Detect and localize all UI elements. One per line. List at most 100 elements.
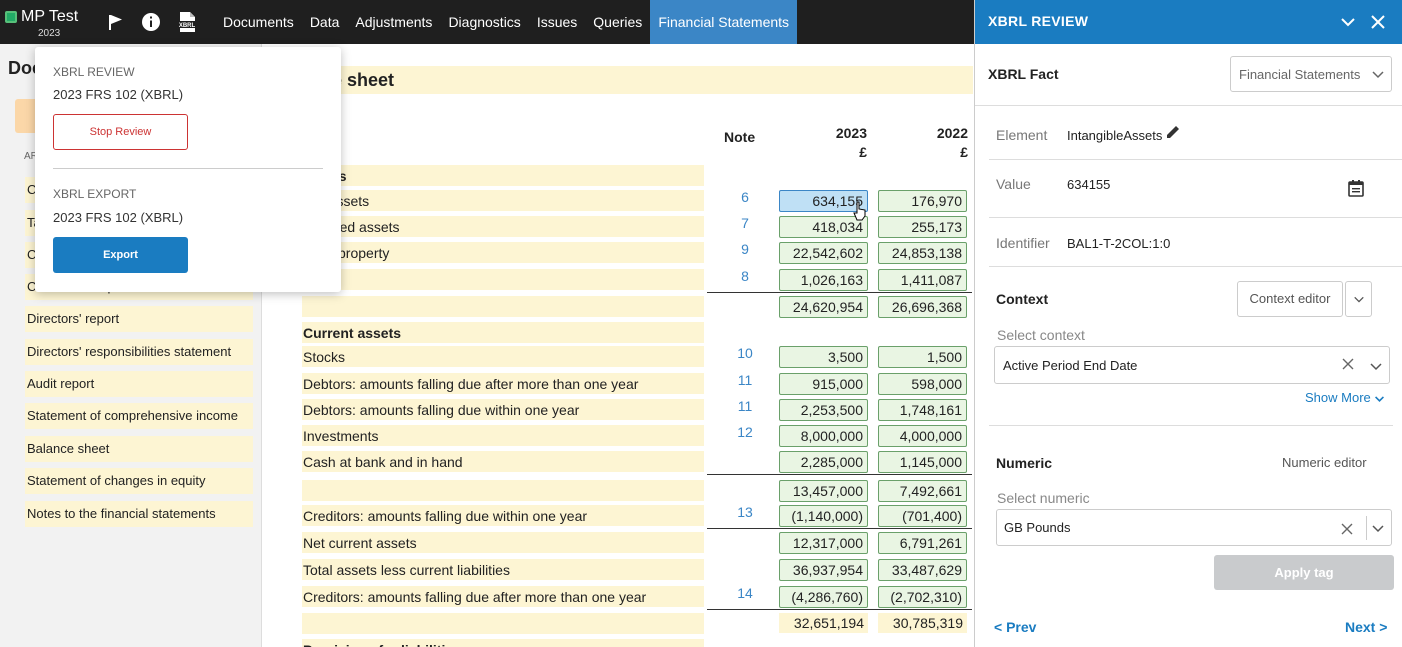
numeric-select[interactable]: GB Pounds <box>996 509 1392 546</box>
export-button[interactable]: Export <box>53 237 188 273</box>
sidebar-item-comprehensive-income[interactable]: Statement of comprehensive income <box>25 403 253 429</box>
app-brand[interactable]: MP Test 2023 <box>4 4 86 40</box>
value-cell-2022[interactable]: (701,400) <box>878 505 967 527</box>
calendar-icon[interactable] <box>1347 179 1365 197</box>
value-cell-2023[interactable]: 32,651,194 <box>779 613 868 633</box>
apply-tag-button[interactable]: Apply tag <box>1214 555 1394 590</box>
value-cell-2022[interactable]: 4,000,000 <box>878 425 967 447</box>
note-link[interactable]: 9 <box>735 241 755 257</box>
nav-financial-statements[interactable]: Financial Statements <box>650 0 798 44</box>
review-taxonomy: 2023 FRS 102 (XBRL) <box>53 87 184 102</box>
note-link[interactable]: 13 <box>735 504 755 520</box>
collapse-chevron-icon[interactable] <box>1337 11 1359 33</box>
note-link[interactable]: 7 <box>735 215 755 231</box>
note-link[interactable]: 6 <box>735 189 755 205</box>
show-more-link[interactable]: Show More <box>1305 390 1385 405</box>
year-2022-header: 2022 <box>936 125 968 141</box>
clear-icon[interactable] <box>1342 358 1354 370</box>
row-label: Stocks <box>303 349 346 365</box>
numeric-editor-button[interactable]: Numeric editor <box>1282 455 1367 470</box>
chevron-down-icon <box>1375 396 1385 403</box>
popover-divider <box>53 168 323 169</box>
value-cell-2022[interactable]: 598,000 <box>878 373 967 395</box>
xbrl-icon[interactable]: XBRL <box>176 11 198 33</box>
context-editor-dropdown[interactable] <box>1345 281 1372 317</box>
info-icon[interactable] <box>140 11 162 33</box>
clear-icon[interactable] <box>1341 523 1353 535</box>
value-cell-2022[interactable]: 30,785,319 <box>878 613 967 633</box>
row-band <box>302 269 704 290</box>
note-column-header: Note <box>724 129 756 145</box>
next-button[interactable]: Next > <box>1345 619 1387 635</box>
value-cell-2023[interactable]: 36,937,954 <box>779 559 868 581</box>
sidebar-item-notes[interactable]: Notes to the financial statements <box>25 501 253 527</box>
value-cell-2022[interactable]: 33,487,629 <box>878 559 967 581</box>
value-cell-2023[interactable]: 12,317,000 <box>779 532 868 554</box>
sidebar-item-audit-report[interactable]: Audit report <box>25 371 253 397</box>
xbrl-review-panel: XBRL REVIEW XBRL Fact Financial Statemen… <box>974 0 1402 647</box>
value-cell-2022[interactable]: 1,411,087 <box>878 269 967 291</box>
value-cell-2022[interactable]: 1,145,000 <box>878 451 967 473</box>
value-cell-2023[interactable]: 24,620,954 <box>779 296 868 318</box>
sidebar-item-balance-sheet[interactable]: Balance sheet <box>25 436 253 462</box>
value-cell-2023[interactable]: 13,457,000 <box>779 480 868 502</box>
value-cell-2022[interactable]: 6,791,261 <box>878 532 967 554</box>
sidebar-item-directors-responsibilities[interactable]: Directors' responsibilities statement <box>25 339 253 365</box>
row-band <box>302 296 704 317</box>
value-cell-2023[interactable]: (4,286,760) <box>779 586 868 608</box>
divider <box>989 425 1393 426</box>
nav-diagnostics[interactable]: Diagnostics <box>440 0 528 44</box>
note-link[interactable]: 12 <box>735 424 755 440</box>
nav-data[interactable]: Data <box>302 0 348 44</box>
chevron-down-icon <box>1372 525 1384 533</box>
divider <box>975 105 1402 106</box>
value-cell-2023[interactable]: 1,026,163 <box>779 269 868 291</box>
value-cell-2023[interactable]: 915,000 <box>779 373 868 395</box>
value-cell-2022[interactable]: 255,173 <box>878 216 967 238</box>
prev-button[interactable]: < Prev <box>994 619 1036 635</box>
value-cell-2023[interactable]: 2,253,500 <box>779 399 868 421</box>
nav-documents[interactable]: Documents <box>215 0 302 44</box>
numeric-heading: Numeric <box>996 455 1053 471</box>
value-cell-2023[interactable]: 3,500 <box>779 346 868 368</box>
context-select[interactable]: Active Period End Date <box>994 346 1390 384</box>
note-link[interactable]: 11 <box>735 372 755 388</box>
fact-statement-select[interactable]: Financial Statements <box>1230 56 1392 92</box>
value-cell-2022[interactable]: 24,853,138 <box>878 242 967 264</box>
value-cell-2022[interactable]: 1,500 <box>878 346 967 368</box>
fact-value: 634155 <box>1067 177 1111 192</box>
note-link[interactable]: 14 <box>735 585 755 601</box>
context-heading: Context <box>996 291 1049 307</box>
xbrl-fact-heading: XBRL Fact <box>988 66 1059 82</box>
value-label: Value <box>996 176 1031 192</box>
nav-issues[interactable]: Issues <box>529 0 585 44</box>
panel-header: XBRL REVIEW <box>975 0 1402 44</box>
value-cell-2022[interactable]: 176,970 <box>878 190 967 212</box>
nav-queries[interactable]: Queries <box>585 0 650 44</box>
close-icon[interactable] <box>1367 11 1389 33</box>
stop-review-button[interactable]: Stop Review <box>53 114 188 150</box>
value-cell-2022[interactable]: 26,696,368 <box>878 296 967 318</box>
flag-icon[interactable] <box>105 11 127 33</box>
select-separator <box>1366 516 1367 540</box>
nav-adjustments[interactable]: Adjustments <box>347 0 440 44</box>
note-link[interactable]: 8 <box>735 268 755 284</box>
value-cell-2023[interactable]: (1,140,000) <box>779 505 868 527</box>
value-cell-2022[interactable]: (2,702,310) <box>878 586 967 608</box>
value-cell-2023[interactable]: 22,542,602 <box>779 242 868 264</box>
context-editor-button[interactable]: Context editor <box>1237 281 1343 317</box>
value-cell-2023[interactable]: 2,285,000 <box>779 451 868 473</box>
value-cell-2022[interactable]: 1,748,161 <box>878 399 967 421</box>
divider <box>989 159 1402 160</box>
xbrl-icon-label: XBRL <box>179 23 196 29</box>
sidebar-item-directors-report[interactable]: Directors' report <box>25 306 253 332</box>
row-label: Debtors: amounts falling due after more … <box>303 376 639 392</box>
edit-pencil-icon[interactable] <box>1165 124 1181 140</box>
value-cell-2022[interactable]: 7,492,661 <box>878 480 967 502</box>
value-cell-2023[interactable]: 8,000,000 <box>779 425 868 447</box>
sidebar-item-changes-in-equity[interactable]: Statement of changes in equity <box>25 468 253 494</box>
note-link[interactable]: 11 <box>735 398 755 414</box>
note-link[interactable]: 10 <box>735 345 755 361</box>
panel-title: XBRL REVIEW <box>988 13 1089 29</box>
chevron-down-icon <box>1353 296 1364 303</box>
